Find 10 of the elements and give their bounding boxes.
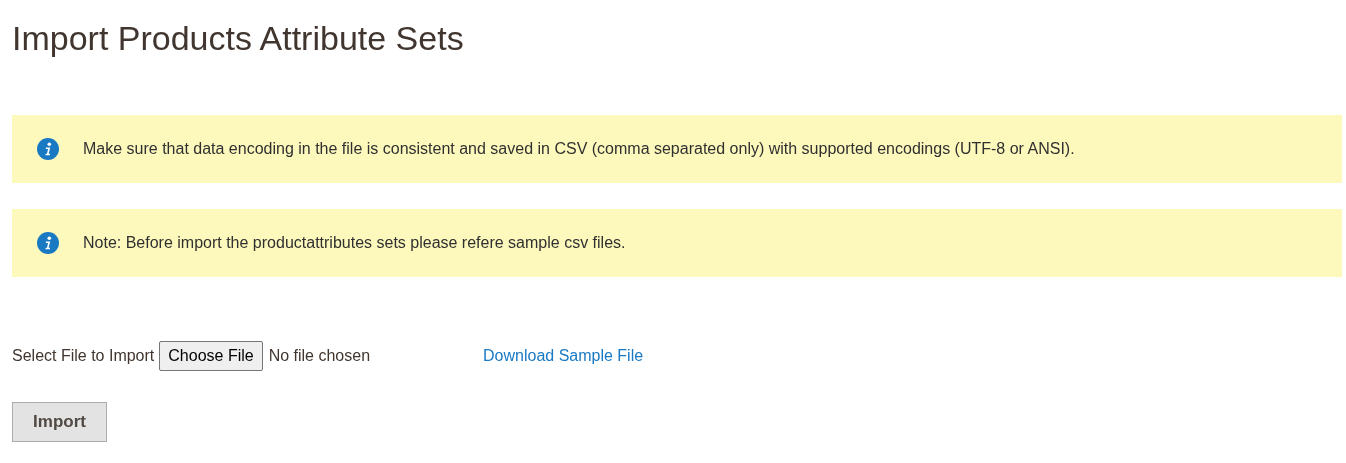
message-text: Note: Before import the productattributes sets please refere sample csv files. xyxy=(83,233,626,253)
download-sample-link[interactable]: Download Sample File xyxy=(483,344,644,368)
info-icon xyxy=(37,232,59,254)
message-text: Make sure that data encoding in the file is consistent and saved in CSV (comma separated only) with supported encodings (UTF-8 or ANSI). xyxy=(83,139,1075,159)
info-icon xyxy=(37,138,59,160)
import-button[interactable]: Import xyxy=(12,402,107,442)
file-status: No file chosen xyxy=(268,346,371,366)
page-title: Import Products Attribute Sets xyxy=(12,18,464,55)
choose-file-button[interactable]: Choose File xyxy=(159,341,263,371)
field-label: Select File to Import xyxy=(12,346,155,366)
